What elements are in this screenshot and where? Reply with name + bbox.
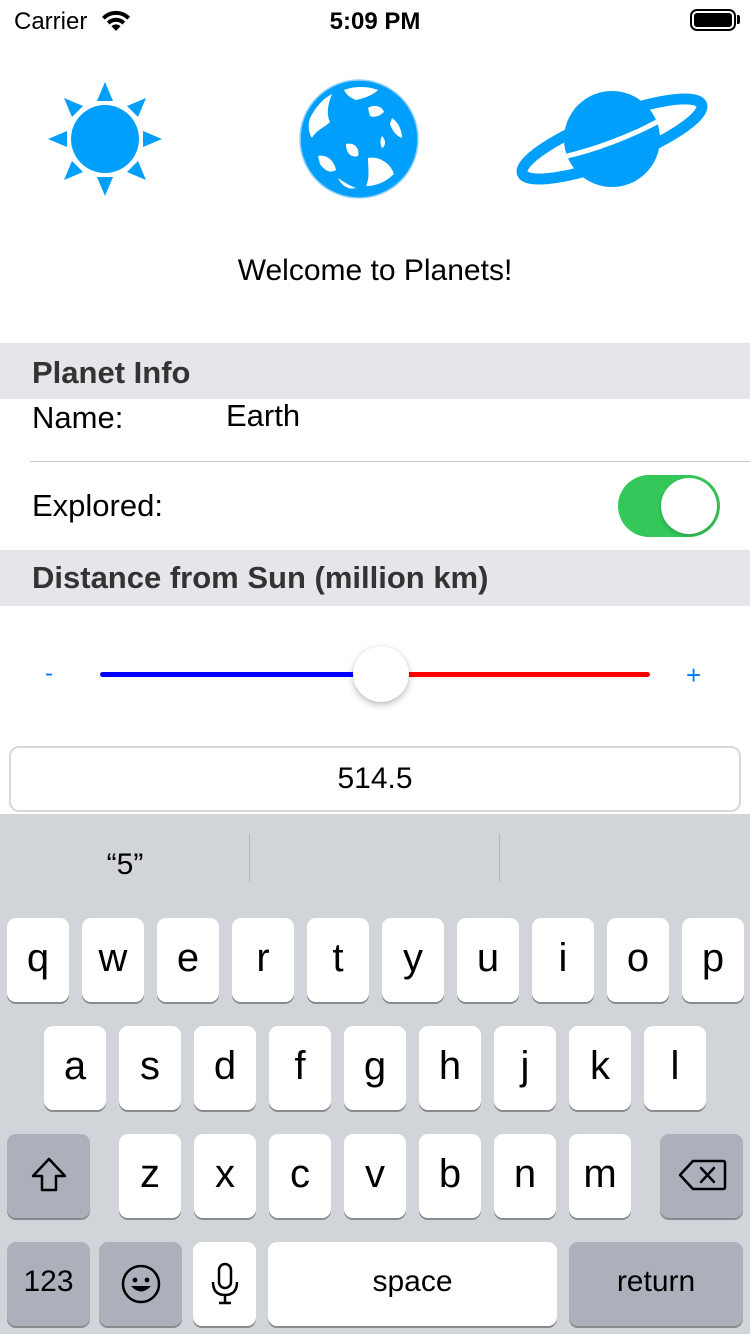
slider-min-label: - xyxy=(45,660,53,687)
numbers-key[interactable]: 123 xyxy=(7,1242,90,1326)
section-title: Planet Info xyxy=(32,355,191,390)
key-d[interactable]: d xyxy=(194,1026,256,1110)
battery-icon xyxy=(690,9,736,31)
emoji-icon xyxy=(121,1264,160,1304)
row-divider xyxy=(30,461,750,462)
key-t[interactable]: t xyxy=(307,918,369,1002)
name-label: Name: xyxy=(32,400,124,435)
section-header-planet-info: Planet Info xyxy=(0,343,750,399)
key-c[interactable]: c xyxy=(269,1134,331,1218)
key-b[interactable]: b xyxy=(419,1134,481,1218)
suggestion-1[interactable]: “5” xyxy=(0,848,250,882)
sun-icon xyxy=(48,82,162,196)
slider-track-min xyxy=(100,672,381,677)
microphone-icon xyxy=(211,1262,238,1305)
key-z[interactable]: z xyxy=(119,1134,181,1218)
key-m[interactable]: m xyxy=(569,1134,631,1218)
microphone-key[interactable] xyxy=(193,1242,256,1326)
battery-tip xyxy=(737,15,740,24)
saturn-icon xyxy=(516,91,708,187)
explored-label: Explored: xyxy=(32,488,163,523)
key-f[interactable]: f xyxy=(269,1026,331,1110)
key-e[interactable]: e xyxy=(157,918,219,1002)
section-header-distance: Distance from Sun (million km) xyxy=(0,550,750,606)
space-key[interactable]: space xyxy=(268,1242,557,1326)
key-w[interactable]: w xyxy=(82,918,144,1002)
key-l[interactable]: l xyxy=(644,1026,706,1110)
shift-key[interactable] xyxy=(7,1134,90,1218)
slider-max-label: + xyxy=(686,660,702,690)
key-g[interactable]: g xyxy=(344,1026,406,1110)
key-h[interactable]: h xyxy=(419,1026,481,1110)
key-r[interactable]: r xyxy=(232,918,294,1002)
key-o[interactable]: o xyxy=(607,918,669,1002)
shift-icon xyxy=(31,1157,66,1192)
distance-input[interactable]: 514.5 xyxy=(9,746,741,812)
suggestion-divider xyxy=(249,834,250,882)
slider-track-max xyxy=(380,672,650,677)
key-i[interactable]: i xyxy=(532,918,594,1002)
status-time: 5:09 PM xyxy=(329,8,421,35)
key-u[interactable]: u xyxy=(457,918,519,1002)
key-n[interactable]: n xyxy=(494,1134,556,1218)
keyboard: “5” 123 space return qwertyuiop asdfghjkl… xyxy=(0,814,750,1334)
key-k[interactable]: k xyxy=(569,1026,631,1110)
key-y[interactable]: y xyxy=(382,918,444,1002)
delete-key[interactable] xyxy=(660,1134,743,1218)
welcome-text: Welcome to Planets! xyxy=(237,254,513,287)
key-p[interactable]: p xyxy=(682,918,744,1002)
suggestion-divider xyxy=(499,834,500,882)
key-x[interactable]: x xyxy=(194,1134,256,1218)
key-s[interactable]: s xyxy=(119,1026,181,1110)
delete-icon xyxy=(678,1159,726,1191)
name-value: Earth xyxy=(226,398,301,433)
slider-thumb[interactable] xyxy=(352,646,409,702)
emoji-key[interactable] xyxy=(99,1242,182,1326)
return-key[interactable]: return xyxy=(569,1242,743,1326)
toggle-knob[interactable] xyxy=(661,478,717,534)
key-v[interactable]: v xyxy=(344,1134,406,1218)
key-a[interactable]: a xyxy=(44,1026,106,1110)
key-j[interactable]: j xyxy=(494,1026,556,1110)
earth-icon xyxy=(299,79,419,199)
section-title: Distance from Sun (million km) xyxy=(32,560,489,595)
explored-toggle[interactable] xyxy=(618,475,720,537)
key-q[interactable]: q xyxy=(7,918,69,1002)
status-bar: Carrier 5:09 PM xyxy=(0,0,750,40)
